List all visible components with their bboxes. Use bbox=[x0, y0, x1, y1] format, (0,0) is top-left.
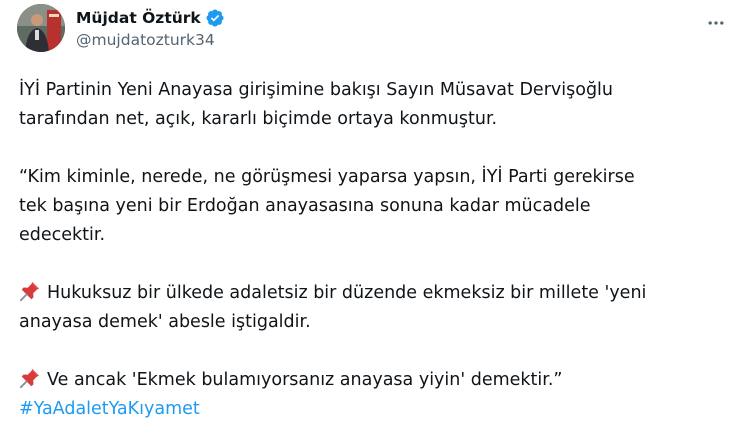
paragraph-4: Ve ancak 'Ekmek bulamıyorsanız anayasa y… bbox=[19, 366, 729, 424]
verified-badge-icon bbox=[205, 8, 225, 28]
paragraph-1: İYİ Partinin Yeni Anayasa girişimine bak… bbox=[19, 76, 729, 134]
paragraph-4-line-1: Ve ancak 'Ekmek bulamıyorsanız anayasa y… bbox=[19, 366, 729, 395]
paragraph-1-line-2: tarafından net, açık, kararlı biçimde or… bbox=[19, 109, 498, 129]
tweet-text: İYİ Partinin Yeni Anayasa girişimine bak… bbox=[19, 76, 729, 424]
more-options-button[interactable] bbox=[701, 8, 731, 38]
paragraph-3-line-1: Hukuksuz bir ülkede adaletsiz bir düzend… bbox=[19, 279, 729, 308]
hashtag-link[interactable]: #YaAdaletYaKıyamet bbox=[19, 399, 200, 419]
more-horizontal-icon bbox=[708, 21, 724, 25]
tweet-card: Müjdat Öztürk @mujdatozturk34 İYİ Partin… bbox=[0, 0, 742, 436]
author-name-row: Müjdat Öztürk bbox=[76, 7, 225, 29]
hashtag-line: #YaAdaletYaKıyamet bbox=[19, 395, 729, 424]
paragraph-2-line-2: tek başına yeni bir Erdoğan anayasasına … bbox=[19, 196, 591, 216]
paragraph-3-line-2: anayasa demek' abesle iştigaldir. bbox=[19, 312, 311, 332]
paragraph-3: Hukuksuz bir ülkede adaletsiz bir düzend… bbox=[19, 279, 729, 337]
pushpin-icon bbox=[19, 280, 41, 302]
paragraph-3-line-1-text: Hukuksuz bir ülkede adaletsiz bir düzend… bbox=[47, 283, 647, 303]
avatar[interactable] bbox=[17, 4, 65, 52]
paragraph-2-line-1: “Kim kiminle, nerede, ne görüşmesi yapar… bbox=[19, 167, 635, 187]
paragraph-2-line-3: edecektir. bbox=[19, 225, 106, 245]
paragraph-2: “Kim kiminle, nerede, ne görüşmesi yapar… bbox=[19, 163, 729, 250]
pushpin-icon bbox=[19, 367, 41, 389]
paragraph-1-line-1: İYİ Partinin Yeni Anayasa girişimine bak… bbox=[19, 80, 614, 100]
paragraph-4-line-1-text: Ve ancak 'Ekmek bulamıyorsanız anayasa y… bbox=[47, 370, 563, 390]
author-handle[interactable]: @mujdatozturk34 bbox=[76, 31, 215, 49]
author-display-name[interactable]: Müjdat Öztürk bbox=[76, 9, 201, 27]
